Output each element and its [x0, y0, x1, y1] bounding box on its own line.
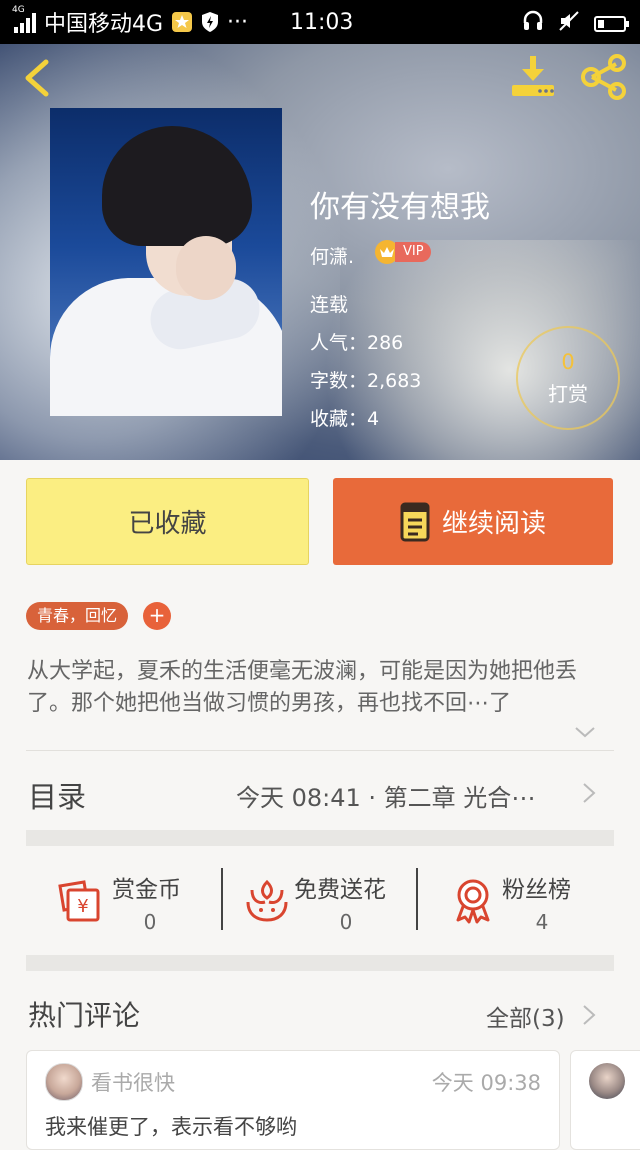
popularity-stat: 人气：286: [310, 332, 404, 354]
network-type-label: 4G: [12, 5, 25, 15]
favorited-label: 已收藏: [128, 509, 207, 539]
continue-reading-button[interactable]: 继续阅读: [333, 478, 613, 565]
serial-status: 连载: [310, 294, 349, 316]
free-flower-item[interactable]: 免费送花 0: [244, 866, 404, 940]
avatar[interactable]: [589, 1063, 625, 1099]
book-cover-image[interactable]: [50, 108, 282, 416]
share-button[interactable]: [580, 54, 628, 100]
share-icon: [581, 54, 626, 100]
mute-icon: [558, 10, 580, 38]
vip-badge: VIP: [375, 240, 431, 264]
download-button[interactable]: [508, 54, 558, 100]
comment-card[interactable]: 看书很快 今天 09:38 我来催更了，表示看不够哟: [26, 1050, 560, 1150]
book-icon: [400, 502, 430, 541]
favorites-stat: 收藏：4: [310, 408, 380, 430]
headset-icon: [522, 10, 544, 38]
fan-ranking-label: 粉丝榜: [502, 877, 571, 903]
genre-tag[interactable]: 青春，回忆: [26, 602, 129, 630]
continue-reading-label: 继续阅读: [441, 509, 546, 539]
battery-icon: [594, 16, 629, 32]
gold-coin-count: 0: [143, 910, 157, 934]
latest-chapter: 今天 08:41 · 第二章 光合⋯: [236, 784, 536, 812]
chevron-down-icon: [575, 727, 595, 738]
gold-coin-label: 赏金币: [112, 877, 181, 903]
divider: [26, 750, 614, 751]
section-separator: [26, 955, 614, 971]
download-icon: [512, 56, 554, 96]
red-envelope-icon: ¥: [58, 880, 100, 922]
reward-label: 打赏: [548, 382, 588, 406]
reward-count: 0: [561, 350, 575, 374]
star-badge-icon: [171, 11, 193, 33]
vip-label: VIP: [395, 242, 431, 262]
all-comments-label: 全部(3): [486, 1006, 565, 1032]
divider: [221, 868, 223, 930]
chevron-left-icon: [25, 59, 49, 97]
medal-icon: [456, 879, 490, 924]
shield-icon: [199, 11, 221, 33]
add-tag-button[interactable]: +: [143, 602, 171, 630]
status-bar: 4G 中国移动4G ··· 11:03: [0, 0, 640, 44]
section-separator: [26, 830, 614, 846]
comment-time: 今天 09:38: [431, 1071, 541, 1095]
toc-title: 目录: [28, 780, 87, 814]
more-notifications-indicator: ···: [227, 9, 249, 35]
avatar[interactable]: [45, 1063, 83, 1101]
flower-icon: [246, 879, 288, 922]
hot-comments-title: 热门评论: [28, 999, 141, 1032]
chevron-right-icon: [583, 1005, 596, 1025]
divider: [416, 868, 418, 930]
svg-text:¥: ¥: [77, 896, 88, 917]
word-count-stat: 字数：2,683: [310, 370, 422, 392]
free-flower-label: 免费送花: [294, 877, 386, 903]
free-flower-count: 0: [339, 910, 353, 934]
book-description[interactable]: 从大学起，夏禾的生活便毫无波澜，可能是因为她把他丢了。那个她把他当做习惯的男孩，…: [27, 656, 615, 720]
carrier-name: 中国移动4G: [44, 12, 164, 37]
book-title: 你有没有想我: [310, 190, 490, 225]
comment-username[interactable]: 看书很快: [91, 1067, 175, 1097]
author-name[interactable]: 何潇.: [310, 242, 354, 269]
fan-ranking-count: 4: [535, 910, 549, 934]
favorited-button[interactable]: 已收藏: [26, 478, 309, 565]
chevron-right-icon: [583, 783, 596, 803]
signal-icon: 4G: [12, 5, 36, 33]
expand-description-button[interactable]: [574, 724, 596, 740]
gold-coin-reward-item[interactable]: ¥ 赏金币 0: [56, 866, 206, 940]
comment-card[interactable]: [570, 1050, 640, 1150]
reward-button[interactable]: 0 打赏: [516, 326, 620, 430]
fan-ranking-item[interactable]: 粉丝榜 4: [450, 866, 590, 940]
back-button[interactable]: [18, 56, 58, 100]
clock: 11:03: [290, 10, 354, 35]
comment-text: 我来催更了，表示看不够哟: [45, 1115, 297, 1139]
